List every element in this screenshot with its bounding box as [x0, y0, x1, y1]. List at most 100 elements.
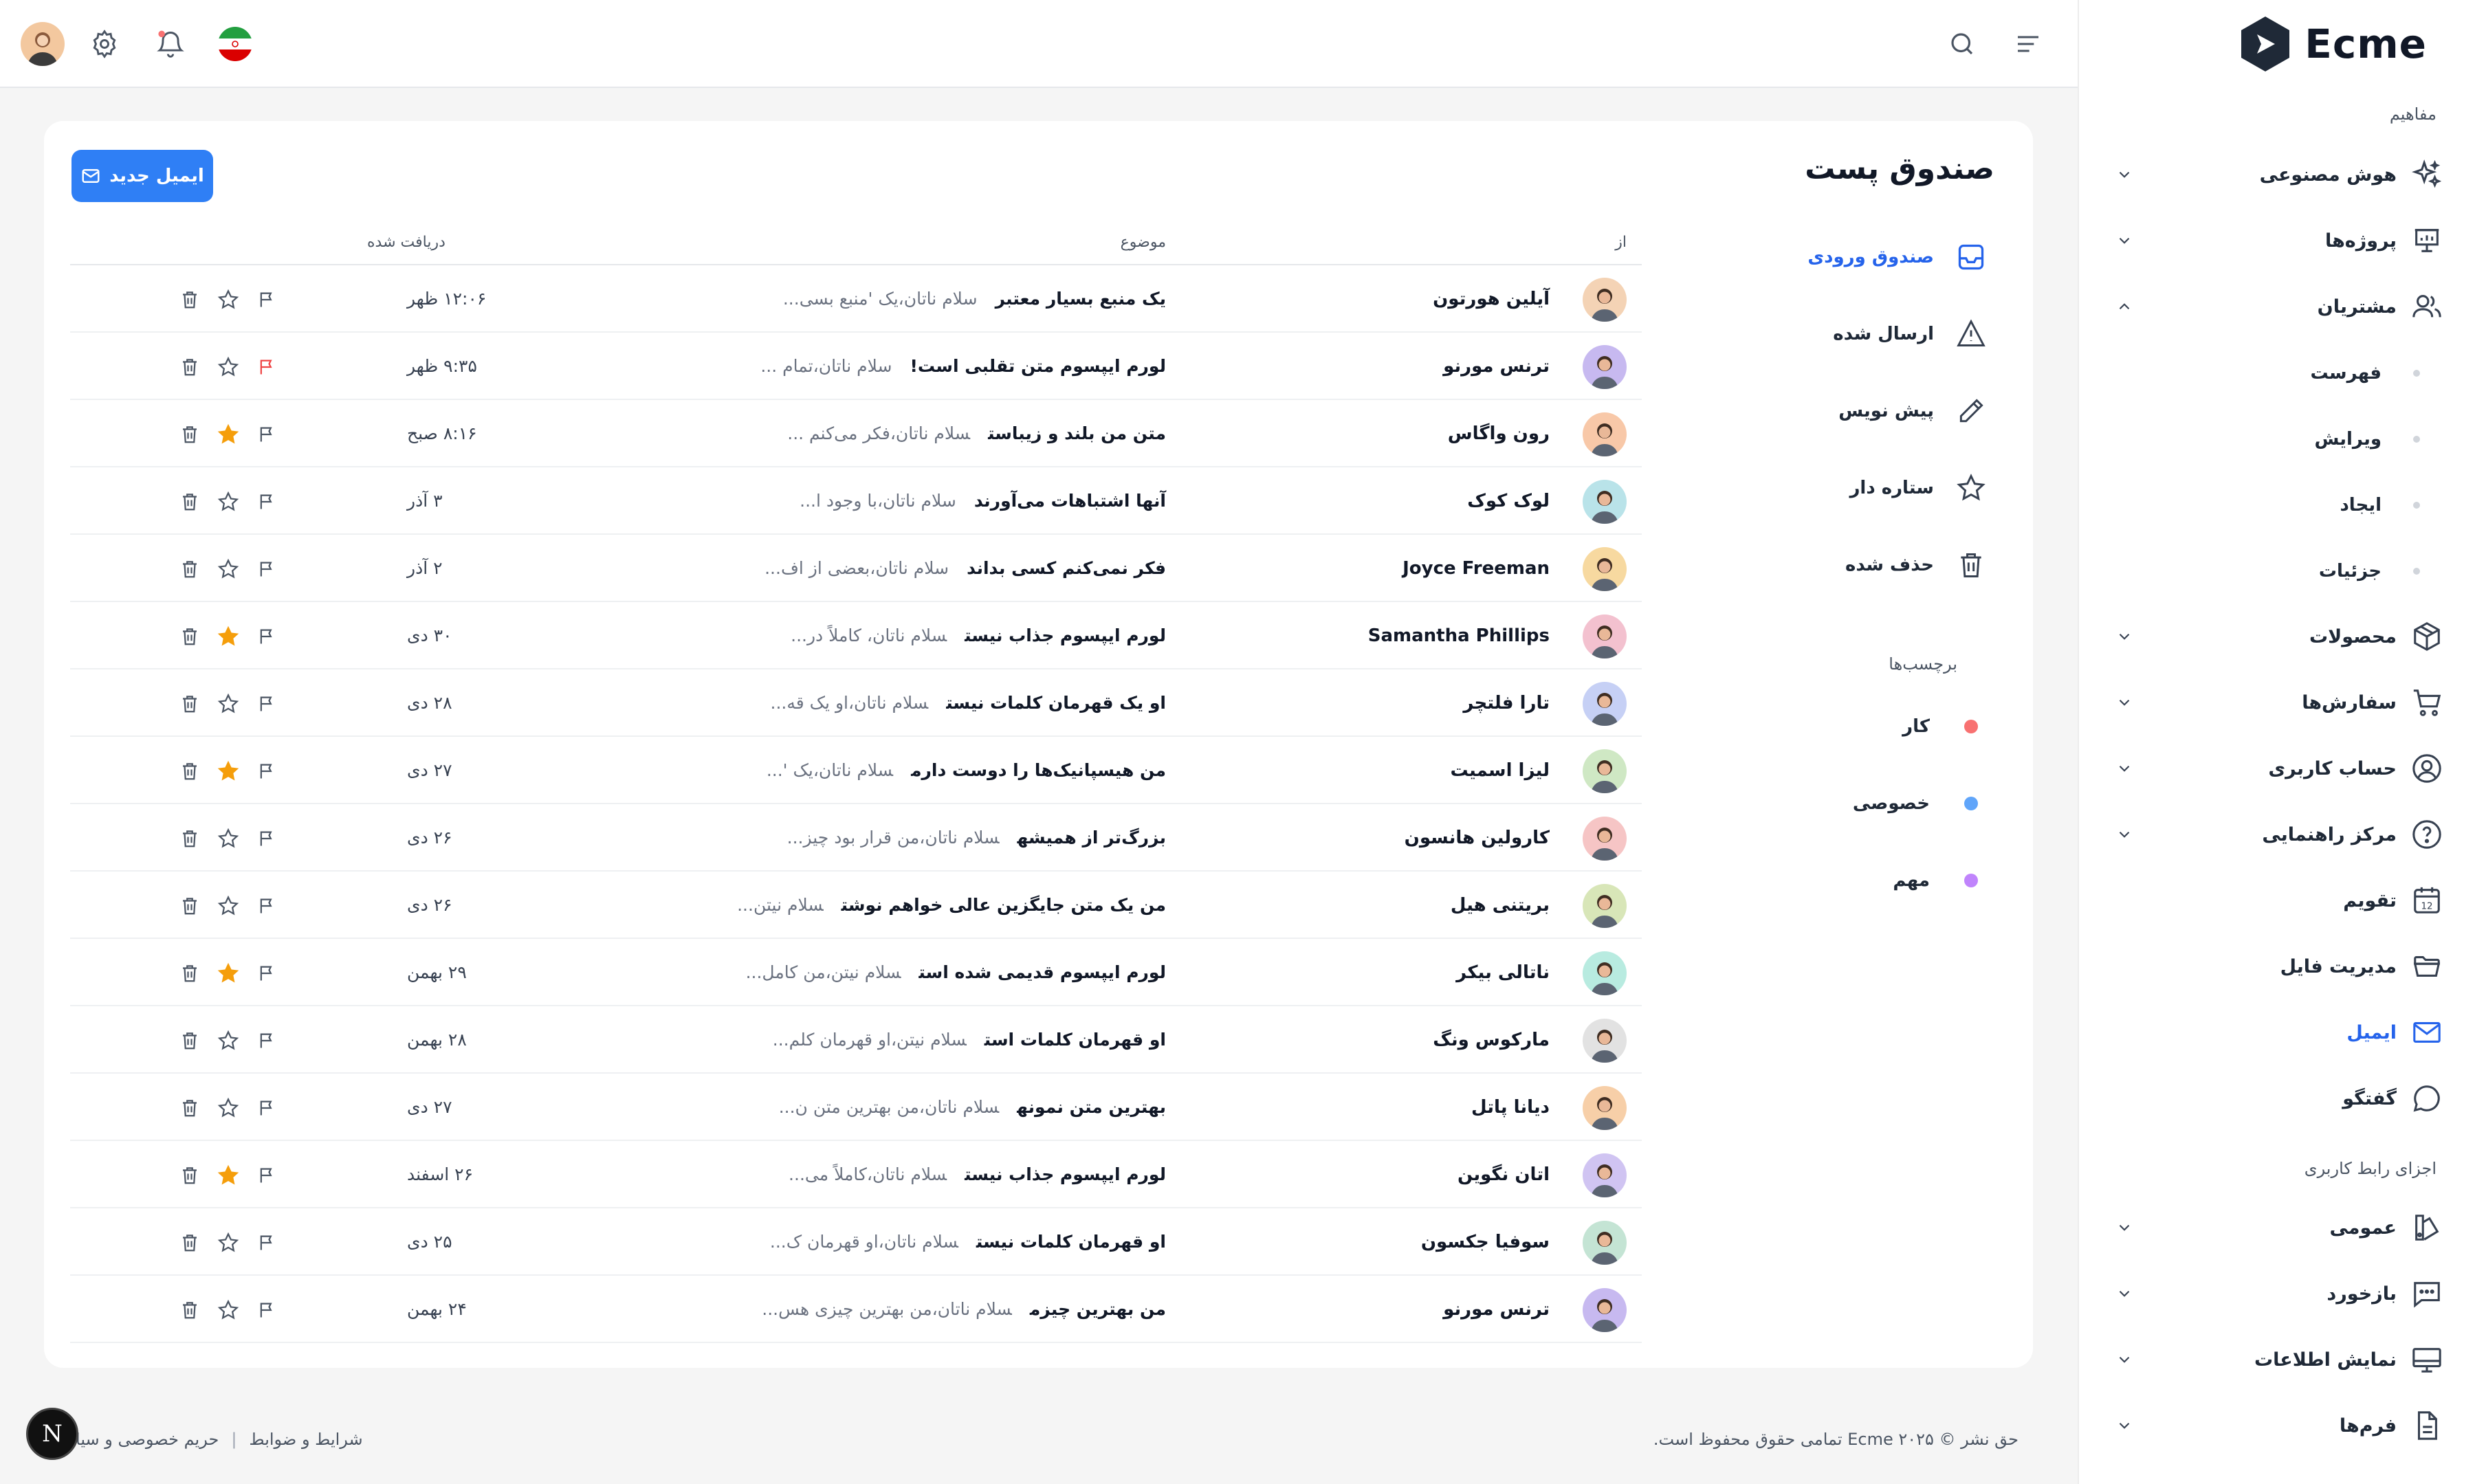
sidebar-item-general[interactable]: عمومی	[2104, 1200, 2448, 1255]
trash-icon[interactable]	[176, 353, 204, 381]
star-icon[interactable]	[214, 825, 242, 852]
sidebar-item-email[interactable]: ایمیل	[2104, 1005, 2448, 1060]
label-private[interactable]: خصوصی	[1772, 779, 1978, 828]
trash-icon[interactable]	[176, 286, 204, 313]
star-icon[interactable]	[214, 757, 242, 785]
gear-icon[interactable]	[82, 22, 126, 66]
flag-icon[interactable]	[253, 1229, 280, 1256]
chevron-up-icon[interactable]	[2111, 293, 2138, 320]
sidebar-item-forms[interactable]: فرم‌ها	[2104, 1398, 2448, 1453]
trash-icon[interactable]	[176, 623, 204, 650]
table-row[interactable]: ترنس مورنو من بهترین چیزم سلام ناتان،من به…	[70, 1276, 1642, 1343]
flag-icon[interactable]	[253, 757, 280, 785]
trash-icon[interactable]	[176, 555, 204, 583]
table-row[interactable]: کارولین هانسون بزرگ‌تر از همیشه سلام ناتان…	[70, 804, 1642, 872]
label-important[interactable]: مهم	[1772, 856, 1978, 905]
star-icon[interactable]	[214, 555, 242, 583]
flag-icon[interactable]	[253, 1094, 280, 1122]
chevron-down-icon[interactable]	[2111, 755, 2138, 782]
flag-icon[interactable]	[253, 690, 280, 718]
table-row[interactable]: بریتنی هیل من یک متن جایگزین عالی خواهم ن…	[70, 872, 1642, 939]
terms-link[interactable]: شرایط و ضوابط	[249, 1430, 362, 1449]
new-email-button[interactable]: ایمیل جدید	[72, 150, 213, 202]
flag-icon[interactable]	[253, 488, 280, 516]
sidebar-item-feedback[interactable]: بازخورد	[2104, 1266, 2448, 1321]
flag-icon[interactable]	[253, 892, 280, 920]
sidebar-item-projects[interactable]: پروژه‌ها	[2104, 213, 2448, 268]
table-row[interactable]: لوک کوک آنها اشتباهات می‌آورند سلام ناتان،…	[70, 467, 1642, 535]
star-icon[interactable]	[214, 960, 242, 987]
sidebar-item-ai[interactable]: هوش مصنوعی	[2104, 147, 2448, 202]
table-row[interactable]: لیزا اسمیت من هیسپانیک‌ها را دوست دارم سلا…	[70, 737, 1642, 804]
chevron-down-icon[interactable]	[2111, 1280, 2138, 1307]
trash-icon[interactable]	[176, 421, 204, 448]
sidebar-item-file-manager[interactable]: مدیریت فایل	[2104, 939, 2448, 994]
sidebar-item-products[interactable]: محصولات	[2104, 609, 2448, 664]
trash-icon[interactable]	[176, 960, 204, 987]
sidebar-subitem-list[interactable]: فهرست	[2159, 349, 2434, 397]
bell-icon[interactable]	[148, 22, 192, 66]
sidebar-subitem-edit[interactable]: ویرایش	[2159, 415, 2434, 463]
trash-icon[interactable]	[176, 690, 204, 718]
menu-icon[interactable]	[2006, 22, 2050, 66]
trash-icon[interactable]	[176, 757, 204, 785]
table-row[interactable]: آیلین هورتون یک منبع بسیار معتبر سلام ناتا…	[70, 265, 1642, 333]
flag-icon[interactable]	[253, 421, 280, 448]
chevron-down-icon[interactable]	[2111, 821, 2138, 848]
table-row[interactable]: تارا فلتچر او یک قهرمان کلمات نیست سلام نا…	[70, 669, 1642, 737]
sidebar-item-orders[interactable]: سفارش‌ها	[2104, 675, 2448, 730]
chevron-down-icon[interactable]	[2111, 227, 2138, 254]
table-row[interactable]: سوفیا جکسون او قهرمان کلمات نیست سلام ناتا…	[70, 1208, 1642, 1276]
flag-icon[interactable]	[253, 1162, 280, 1189]
brand-logo[interactable]: Ecme	[2238, 15, 2427, 73]
star-icon[interactable]	[214, 353, 242, 381]
trash-icon[interactable]	[176, 825, 204, 852]
flag-iran-icon[interactable]	[213, 22, 257, 66]
trash-icon[interactable]	[176, 488, 204, 516]
chevron-down-icon[interactable]	[2111, 1346, 2138, 1373]
sidebar-item-calendar[interactable]: 12 تقویم	[2104, 873, 2448, 928]
table-row[interactable]: ناتالی بیکر لورم ایپسوم قدیمی شده است سلام…	[70, 939, 1642, 1006]
folder-starred[interactable]: ستاره دار	[1772, 461, 1992, 516]
floating-n-button[interactable]: N	[26, 1408, 78, 1460]
flag-icon[interactable]	[253, 1027, 280, 1054]
table-row[interactable]: دیانا پاتل بهترین متن نمونه سلام ناتان،من …	[70, 1074, 1642, 1141]
sidebar-item-data-display[interactable]: نمایش اطلاعات	[2104, 1332, 2448, 1387]
star-icon[interactable]	[214, 1229, 242, 1256]
star-icon[interactable]	[214, 623, 242, 650]
table-row[interactable]: اتان نگوین لورم ایپسوم جذاب نیست سلام ناتا…	[70, 1141, 1642, 1208]
sidebar-subitem-details[interactable]: جزئیات	[2159, 547, 2434, 595]
folder-drafts[interactable]: پیش نویس	[1772, 384, 1992, 439]
folder-inbox[interactable]: صندوق ورودی	[1772, 230, 1992, 285]
chevron-down-icon[interactable]	[2111, 623, 2138, 650]
sidebar-item-chat[interactable]: گفتگو	[2104, 1071, 2448, 1126]
sidebar-item-help-center[interactable]: مرکز راهنمایی	[2104, 807, 2448, 862]
trash-icon[interactable]	[176, 1296, 204, 1324]
star-icon[interactable]	[214, 1162, 242, 1189]
star-icon[interactable]	[214, 892, 242, 920]
chevron-down-icon[interactable]	[2111, 689, 2138, 716]
trash-icon[interactable]	[176, 1229, 204, 1256]
star-icon[interactable]	[214, 1027, 242, 1054]
table-row[interactable]: رون واگاس متن من بلند و زیباست سلام ناتان،…	[70, 400, 1642, 467]
table-row[interactable]: Joyce Freeman فکر نمی‌کنم کسی بداند سلام ن…	[70, 535, 1642, 602]
flag-icon[interactable]	[253, 555, 280, 583]
privacy-link[interactable]: حریم خصوصی و سیا	[76, 1430, 219, 1449]
star-icon[interactable]	[214, 488, 242, 516]
table-row[interactable]: مارکوس ونگ او قهرمان کلمات است سلام نیتن،ا…	[70, 1006, 1642, 1074]
trash-icon[interactable]	[176, 892, 204, 920]
star-icon[interactable]	[214, 1094, 242, 1122]
search-icon[interactable]	[1940, 22, 1984, 66]
chevron-down-icon[interactable]	[2111, 1214, 2138, 1241]
star-icon[interactable]	[214, 286, 242, 313]
folder-sent[interactable]: ارسال شده	[1772, 307, 1992, 362]
folder-deleted[interactable]: حذف شده	[1772, 538, 1992, 593]
table-row[interactable]: Samantha Phillips لورم ایپسوم جذاب نیست سل…	[70, 602, 1642, 669]
table-row[interactable]: ترنس مورنو لورم ایپسوم متن تقلبی است! سلام…	[70, 333, 1642, 400]
sidebar-item-customers[interactable]: مشتریان	[2104, 279, 2448, 334]
trash-icon[interactable]	[176, 1162, 204, 1189]
sidebar-subitem-create[interactable]: ایجاد	[2159, 481, 2434, 529]
star-icon[interactable]	[214, 1296, 242, 1324]
user-avatar[interactable]	[21, 22, 65, 66]
flag-icon[interactable]	[253, 286, 280, 313]
